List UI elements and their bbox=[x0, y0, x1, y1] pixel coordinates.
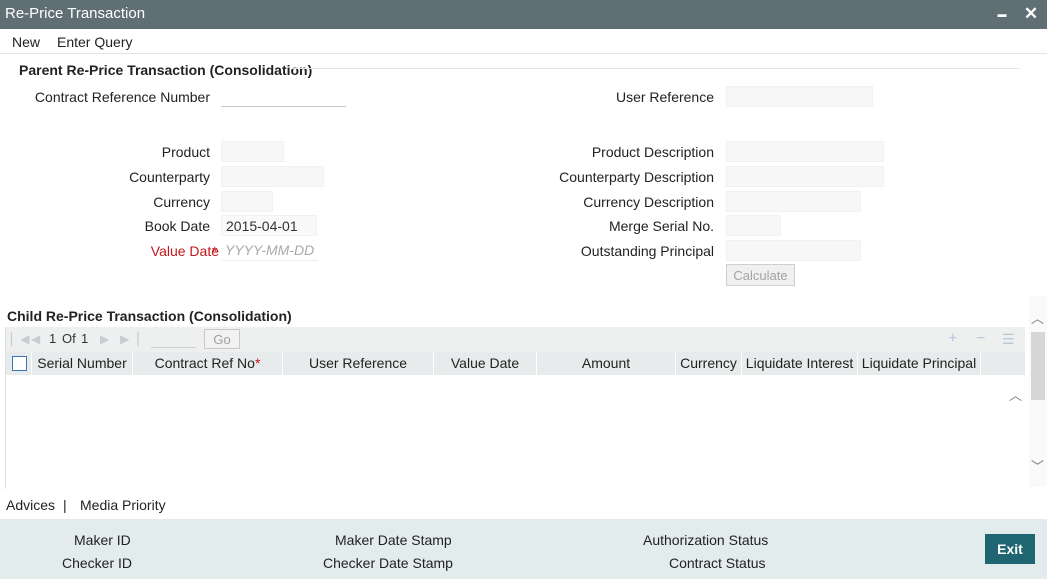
counterparty-description-input[interactable] bbox=[726, 166, 884, 187]
total-pages: 1 bbox=[81, 331, 89, 346]
required-marker: * bbox=[212, 243, 218, 259]
go-button[interactable]: Go bbox=[204, 329, 240, 349]
checker-id-label: Checker ID bbox=[62, 555, 133, 571]
contract-status-label: Contract Status bbox=[669, 555, 766, 571]
last-page-icon[interactable]: ▶▕ bbox=[120, 332, 138, 346]
col-contract-ref-no-label: Contract Ref No bbox=[154, 355, 255, 371]
child-grid: ▏◀ ◀ 1 Of 1 ▶ ▶▕ Go + − ☰ Serial Number … bbox=[5, 327, 1025, 489]
link-separator: | bbox=[63, 497, 67, 513]
col-liquidate-principal[interactable]: Liquidate Principal bbox=[858, 352, 981, 375]
advices-link[interactable]: Advices bbox=[6, 497, 55, 513]
value-date-label: Value Date bbox=[150, 243, 219, 259]
product-description-input[interactable] bbox=[726, 141, 884, 162]
calculate-button[interactable]: Calculate bbox=[726, 264, 795, 286]
column-settings-icon[interactable]: ☰ bbox=[1002, 331, 1015, 348]
close-icon[interactable]: ✕ bbox=[1021, 3, 1041, 25]
audit-footer: Maker ID Checker ID Maker Date Stamp Che… bbox=[0, 519, 1047, 579]
page-scrollbar[interactable]: ︿ ﹀ bbox=[1029, 296, 1047, 487]
current-page: 1 bbox=[49, 331, 57, 346]
currency-description-label: Currency Description bbox=[583, 194, 714, 210]
parent-section-divider bbox=[292, 68, 1020, 69]
checker-date-stamp-label: Checker Date Stamp bbox=[323, 555, 453, 571]
currency-input[interactable] bbox=[221, 191, 273, 212]
select-all-checkbox[interactable] bbox=[12, 356, 27, 371]
contract-ref-input[interactable] bbox=[221, 86, 346, 107]
sub-screen-links: Advices | Media Priority bbox=[0, 490, 1047, 519]
window-titlebar: Re-Price Transaction ▬ ✕ bbox=[0, 0, 1047, 29]
page-number-input[interactable] bbox=[151, 340, 196, 348]
media-priority-link[interactable]: Media Priority bbox=[80, 497, 166, 513]
menu-bar: New Enter Query bbox=[0, 29, 1047, 54]
required-marker: * bbox=[254, 355, 261, 371]
exit-button[interactable]: Exit bbox=[985, 534, 1035, 564]
col-contract-ref-no[interactable]: Contract Ref No* bbox=[133, 352, 283, 375]
first-page-icon[interactable]: ▏◀ bbox=[11, 332, 29, 346]
outstanding-principal-label: Outstanding Principal bbox=[580, 243, 714, 259]
outstanding-principal-input[interactable] bbox=[726, 240, 861, 261]
col-serial-number[interactable]: Serial Number bbox=[32, 352, 133, 375]
add-row-icon[interactable]: + bbox=[948, 330, 957, 348]
enter-query-menu-item[interactable]: Enter Query bbox=[57, 34, 132, 50]
counterparty-input[interactable] bbox=[221, 166, 324, 187]
col-currency[interactable]: Currency bbox=[676, 352, 742, 375]
maker-date-stamp-label: Maker Date Stamp bbox=[335, 532, 452, 548]
next-page-icon[interactable]: ▶ bbox=[100, 332, 109, 346]
window-title: Re-Price Transaction bbox=[5, 5, 146, 22]
previous-page-icon[interactable]: ◀ bbox=[31, 332, 40, 346]
minimize-icon[interactable]: ▬ bbox=[992, 3, 1012, 25]
currency-label: Currency bbox=[153, 194, 210, 210]
col-liquidate-interest[interactable]: Liquidate Interest bbox=[742, 352, 858, 375]
grid-toolbar: ▏◀ ◀ 1 Of 1 ▶ ▶▕ Go + − ☰ bbox=[6, 327, 1025, 352]
authorization-status-label: Authorization Status bbox=[643, 532, 769, 548]
contract-ref-label: Contract Reference Number bbox=[34, 89, 210, 105]
select-all-column bbox=[6, 352, 32, 375]
maker-id-label: Maker ID bbox=[74, 532, 131, 548]
product-description-label: Product Description bbox=[591, 144, 714, 160]
product-label: Product bbox=[161, 144, 210, 160]
of-label: Of bbox=[62, 331, 76, 346]
new-menu-item[interactable]: New bbox=[12, 34, 40, 50]
counterparty-label: Counterparty bbox=[129, 169, 210, 185]
grid-header: Serial Number Contract Ref No* User Refe… bbox=[6, 352, 1025, 375]
col-user-reference[interactable]: User Reference bbox=[283, 352, 434, 375]
parent-section-title: Parent Re-Price Transaction (Consolidati… bbox=[19, 62, 313, 78]
counterparty-description-label: Counterparty Description bbox=[559, 169, 714, 185]
delete-row-icon[interactable]: − bbox=[976, 330, 985, 348]
product-input[interactable] bbox=[221, 141, 284, 162]
user-reference-label: User Reference bbox=[615, 89, 714, 105]
scrollbar-thumb[interactable] bbox=[1031, 332, 1045, 400]
grid-scroll-up-icon[interactable]: ︿ bbox=[1009, 385, 1022, 404]
currency-description-input[interactable] bbox=[726, 191, 861, 212]
scroll-up-icon[interactable]: ︿ bbox=[1031, 308, 1044, 327]
value-date-input[interactable] bbox=[221, 240, 318, 261]
col-value-date[interactable]: Value Date bbox=[434, 352, 537, 375]
col-spacer bbox=[981, 352, 1025, 375]
book-date-label: Book Date bbox=[144, 218, 210, 234]
book-date-input[interactable] bbox=[221, 215, 317, 236]
scroll-down-icon[interactable]: ﹀ bbox=[1031, 456, 1044, 475]
user-reference-input[interactable] bbox=[726, 86, 873, 107]
merge-serial-label: Merge Serial No. bbox=[608, 218, 714, 234]
merge-serial-input[interactable] bbox=[726, 215, 781, 236]
child-section-title: Child Re-Price Transaction (Consolidatio… bbox=[7, 308, 292, 324]
col-amount[interactable]: Amount bbox=[537, 352, 676, 375]
